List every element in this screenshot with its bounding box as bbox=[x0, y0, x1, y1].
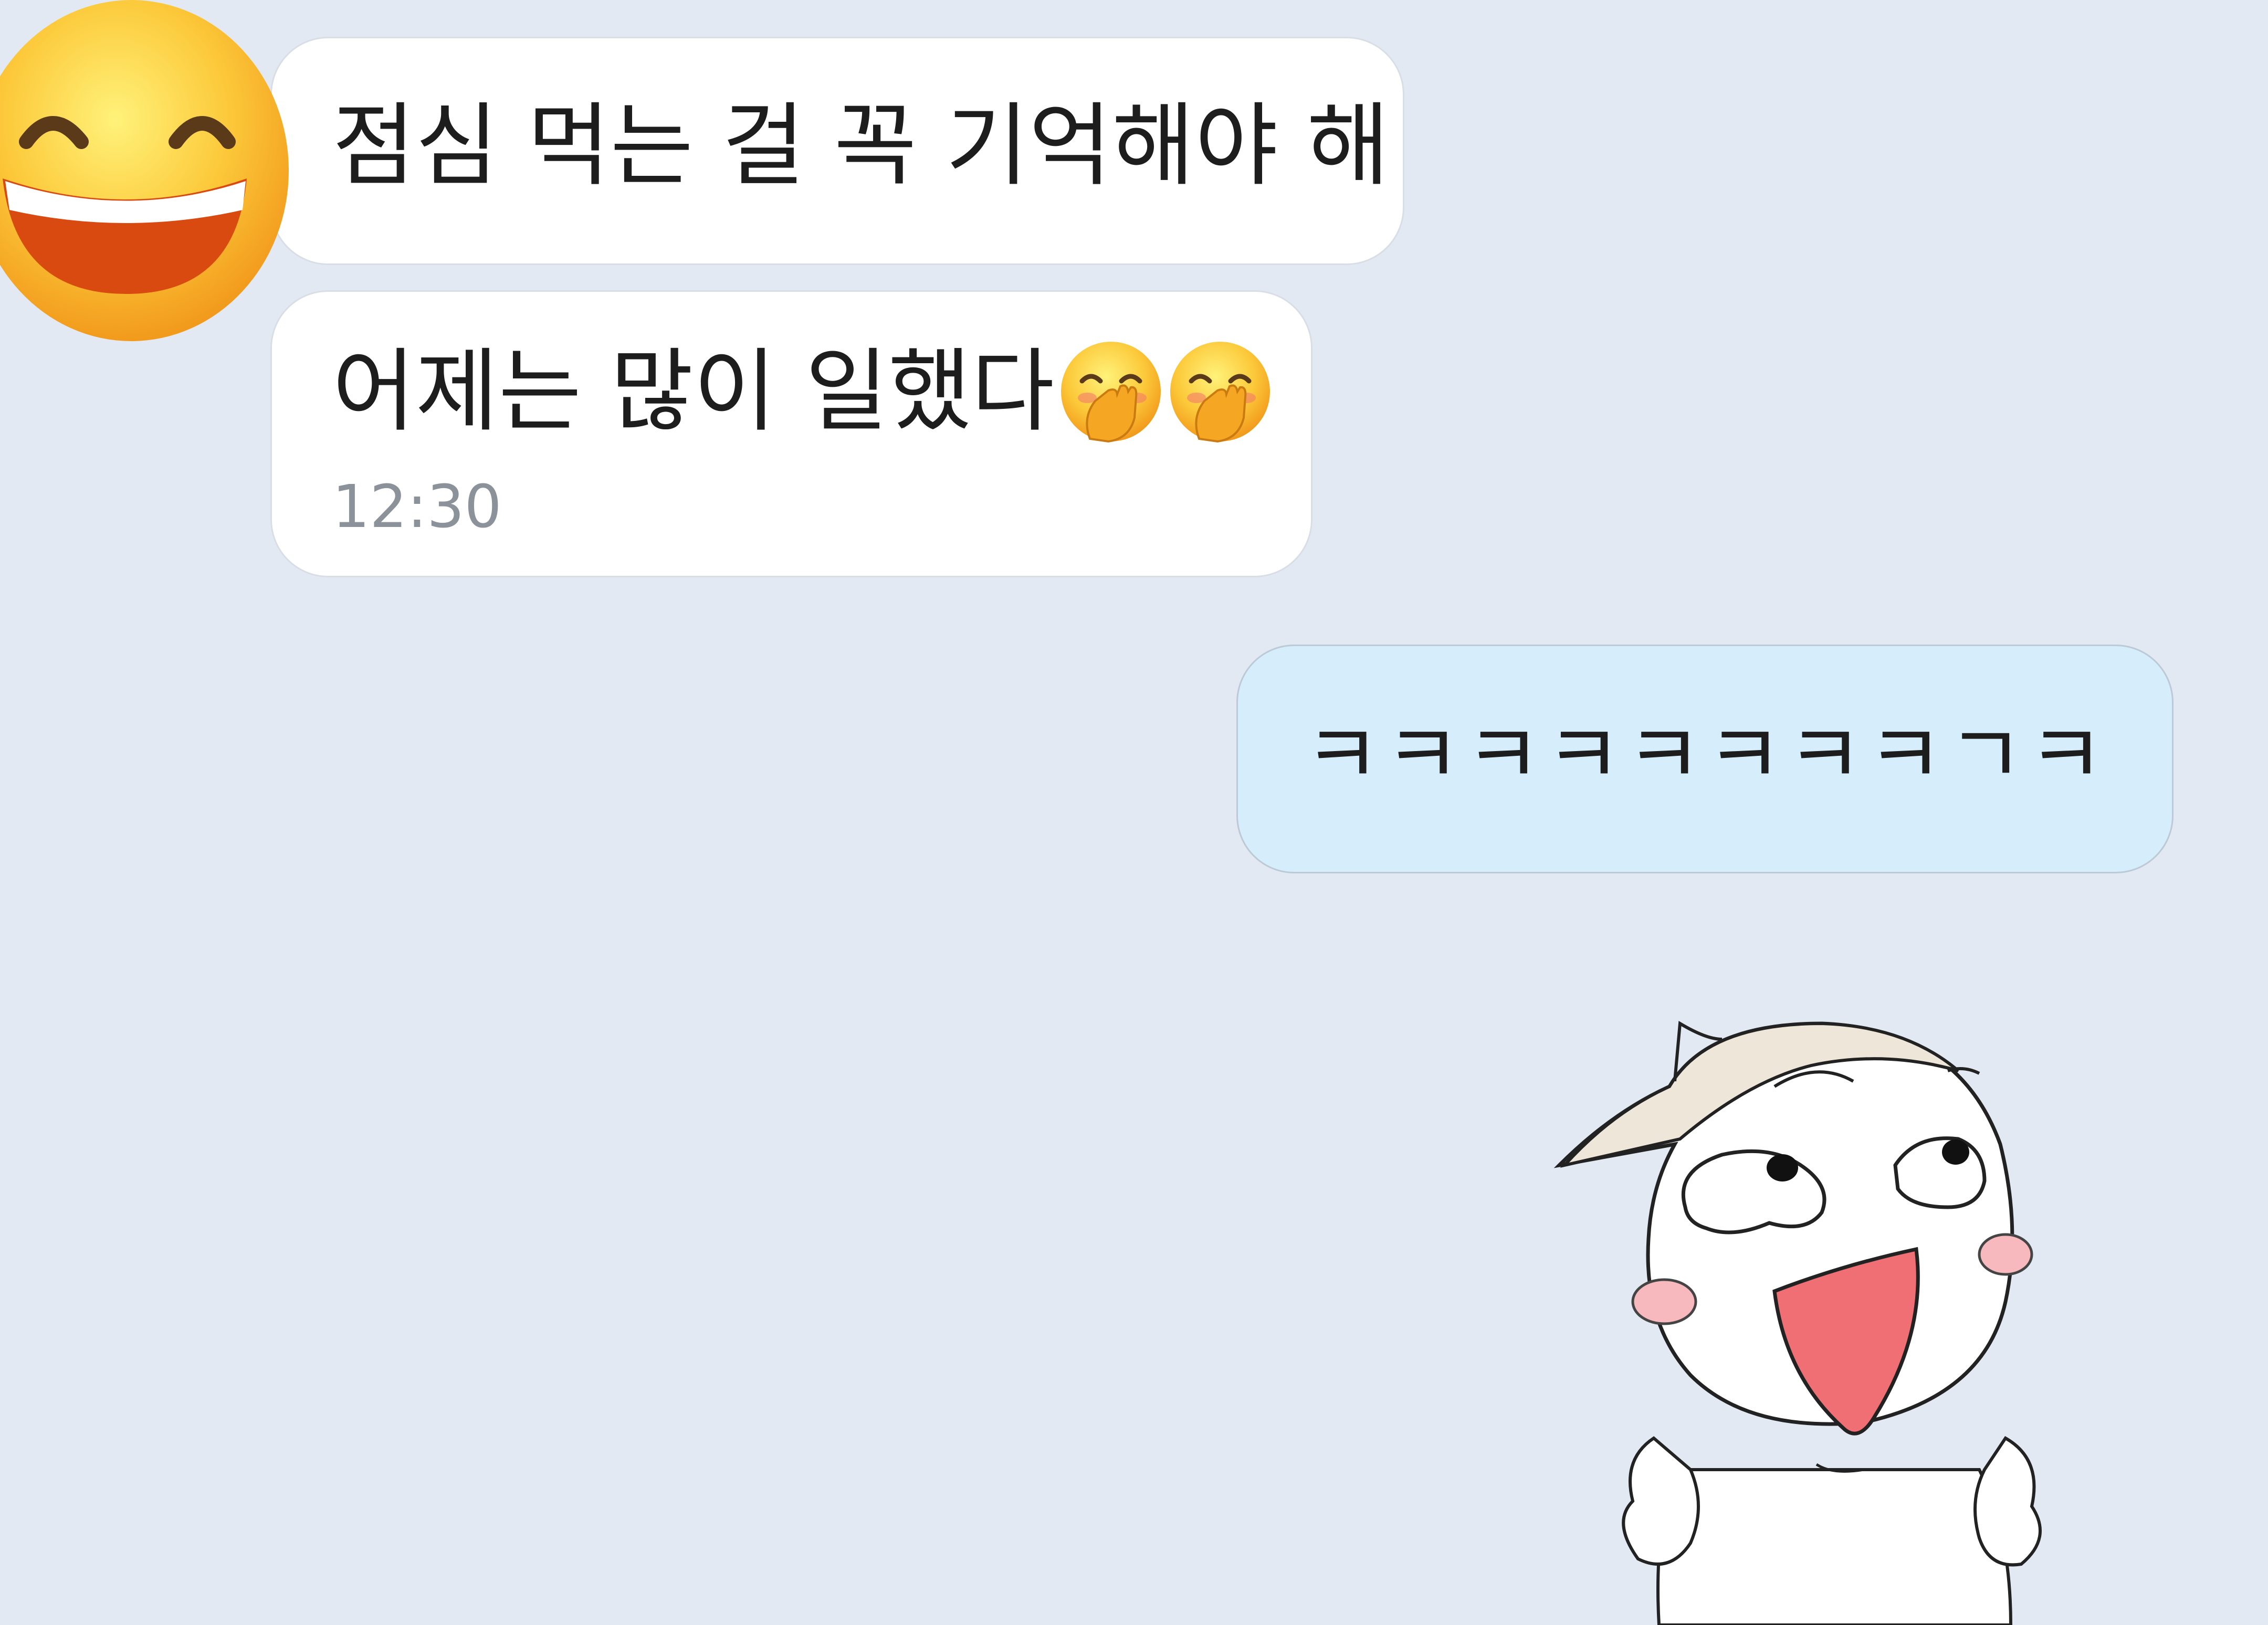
incoming-message-bubble[interactable]: 점심 먹는 걸 꼭 기억해야 해 bbox=[270, 37, 1404, 265]
laughing-cat-sticker[interactable] bbox=[1549, 1008, 2084, 1625]
message-text: 점심 먹는 걸 꼭 기억해야 해 bbox=[332, 93, 1390, 198]
message-text: 어제는 많이 일했다 bbox=[332, 339, 1055, 444]
message-text: ㅋㅋㅋㅋㅋㅋㅋㅋㄱㅋ bbox=[1304, 706, 2108, 804]
incoming-message-bubble[interactable]: 어제는 많이 일했다 12:30 bbox=[270, 290, 1312, 577]
outgoing-message-bubble[interactable]: ㅋㅋㅋㅋㅋㅋㅋㅋㄱㅋ bbox=[1236, 645, 2174, 873]
avatar-emoji-icon[interactable] bbox=[0, 0, 304, 341]
face-with-hand-over-mouth-icon bbox=[1058, 339, 1163, 444]
face-with-hand-over-mouth-icon bbox=[1168, 339, 1273, 444]
message-content: 어제는 많이 일했다 bbox=[332, 339, 1273, 444]
chat-window: 점심 먹는 걸 꼭 기억해야 해 어제는 많이 일했다 12:30 ㅋㅋㅋㅋㅋㅋ… bbox=[0, 0, 2268, 1625]
message-timestamp: 12:30 bbox=[332, 473, 502, 541]
